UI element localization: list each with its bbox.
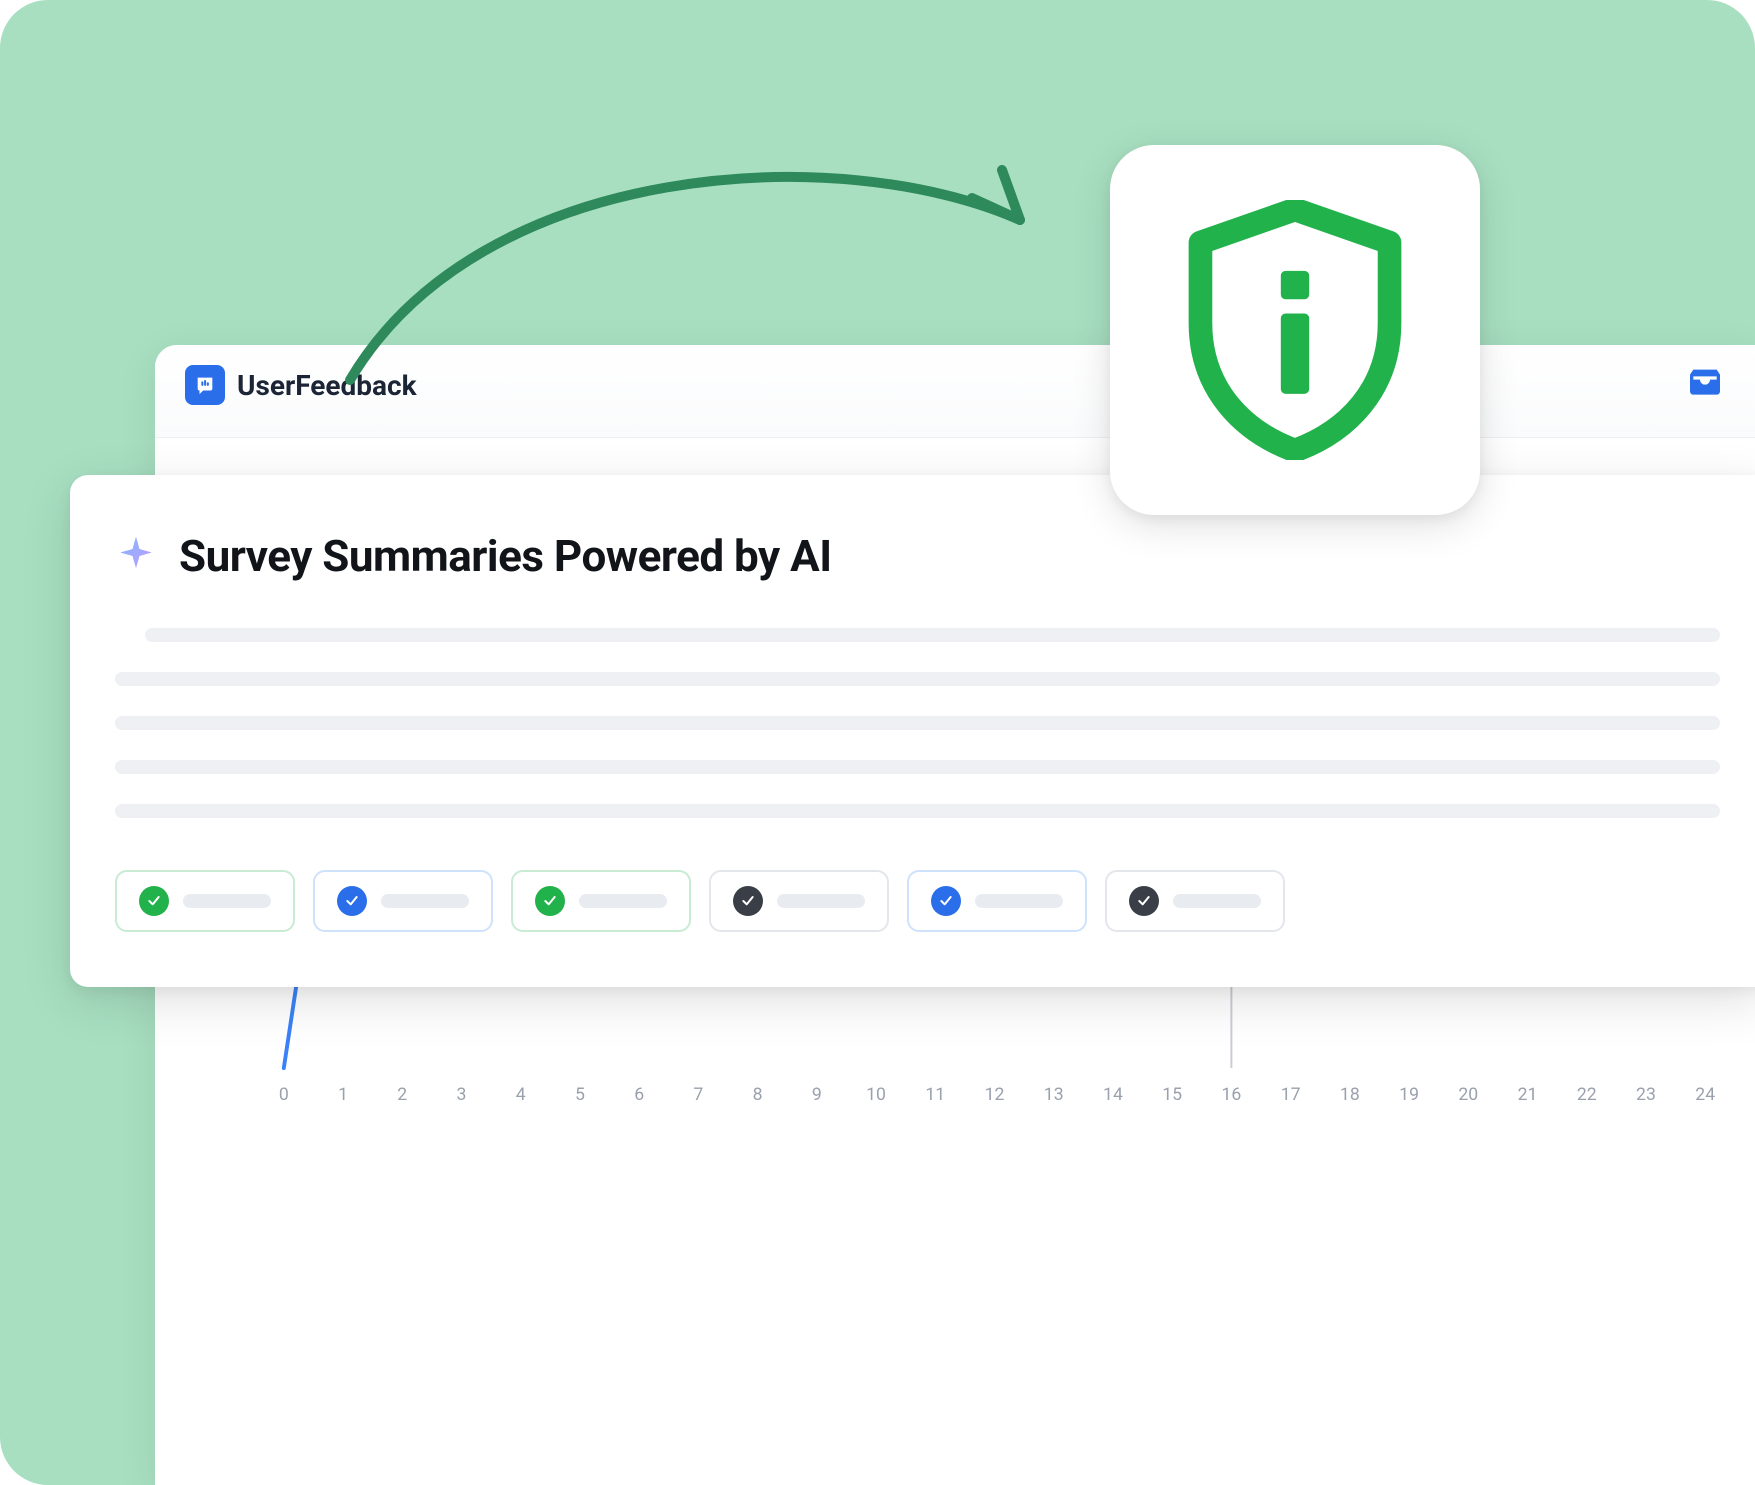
check-icon xyxy=(1129,886,1159,916)
svg-text:11: 11 xyxy=(925,1084,945,1105)
svg-text:4: 4 xyxy=(516,1084,526,1105)
svg-text:24: 24 xyxy=(1695,1084,1715,1105)
check-icon xyxy=(733,886,763,916)
svg-text:7: 7 xyxy=(693,1084,703,1105)
status-chip[interactable] xyxy=(115,870,295,932)
svg-text:10: 10 xyxy=(866,1084,886,1105)
svg-text:20: 20 xyxy=(1458,1084,1478,1105)
status-chip[interactable] xyxy=(511,870,691,932)
svg-text:9: 9 xyxy=(812,1084,822,1105)
brand-name: UserFeedback xyxy=(237,369,417,402)
skeleton-line xyxy=(115,716,1720,730)
svg-text:14: 14 xyxy=(1103,1084,1123,1105)
brand-logo-icon xyxy=(185,365,225,405)
svg-text:5: 5 xyxy=(575,1084,585,1105)
brand[interactable]: UserFeedback xyxy=(185,365,417,405)
svg-text:23: 23 xyxy=(1636,1084,1656,1105)
chip-skeleton xyxy=(381,894,469,908)
svg-text:22: 22 xyxy=(1577,1084,1597,1105)
svg-text:13: 13 xyxy=(1044,1084,1064,1105)
sparkle-icon xyxy=(115,535,157,577)
shield-icon xyxy=(1165,200,1425,460)
status-chip[interactable] xyxy=(313,870,493,932)
svg-text:2: 2 xyxy=(397,1084,407,1105)
summary-title: Survey Summaries Powered by AI xyxy=(179,530,832,582)
chip-skeleton xyxy=(1173,894,1261,908)
status-chip[interactable] xyxy=(1105,870,1285,932)
shield-badge xyxy=(1110,145,1480,515)
chip-skeleton xyxy=(975,894,1063,908)
check-icon xyxy=(535,886,565,916)
app-header: UserFeedback xyxy=(155,345,1755,438)
svg-text:17: 17 xyxy=(1281,1084,1301,1105)
check-icon xyxy=(931,886,961,916)
svg-text:0: 0 xyxy=(279,1084,289,1105)
svg-text:8: 8 xyxy=(753,1084,763,1105)
check-icon xyxy=(139,886,169,916)
chip-skeleton xyxy=(579,894,667,908)
chips-row xyxy=(115,870,1720,932)
svg-text:21: 21 xyxy=(1518,1084,1538,1105)
status-chip[interactable] xyxy=(709,870,889,932)
summary-card: Survey Summaries Powered by AI xyxy=(70,475,1755,987)
stage-background: UserFeedback 50 25 01234567891011121 xyxy=(0,0,1755,1485)
skeleton-line xyxy=(115,804,1720,818)
check-icon xyxy=(337,886,367,916)
skeleton-line xyxy=(145,628,1720,642)
svg-text:19: 19 xyxy=(1399,1084,1419,1105)
skeleton-line xyxy=(115,672,1720,686)
summary-header: Survey Summaries Powered by AI xyxy=(115,530,1720,582)
skeleton-line xyxy=(115,760,1720,774)
svg-text:16: 16 xyxy=(1221,1084,1241,1105)
svg-text:1: 1 xyxy=(338,1084,348,1105)
svg-text:18: 18 xyxy=(1340,1084,1360,1105)
chip-skeleton xyxy=(183,894,271,908)
summary-skeleton xyxy=(115,628,1720,818)
status-chip[interactable] xyxy=(907,870,1087,932)
chip-skeleton xyxy=(777,894,865,908)
svg-text:15: 15 xyxy=(1162,1084,1182,1105)
svg-text:6: 6 xyxy=(634,1084,644,1105)
inbox-icon[interactable] xyxy=(1685,363,1725,407)
svg-text:12: 12 xyxy=(985,1084,1005,1105)
svg-text:3: 3 xyxy=(457,1084,467,1105)
